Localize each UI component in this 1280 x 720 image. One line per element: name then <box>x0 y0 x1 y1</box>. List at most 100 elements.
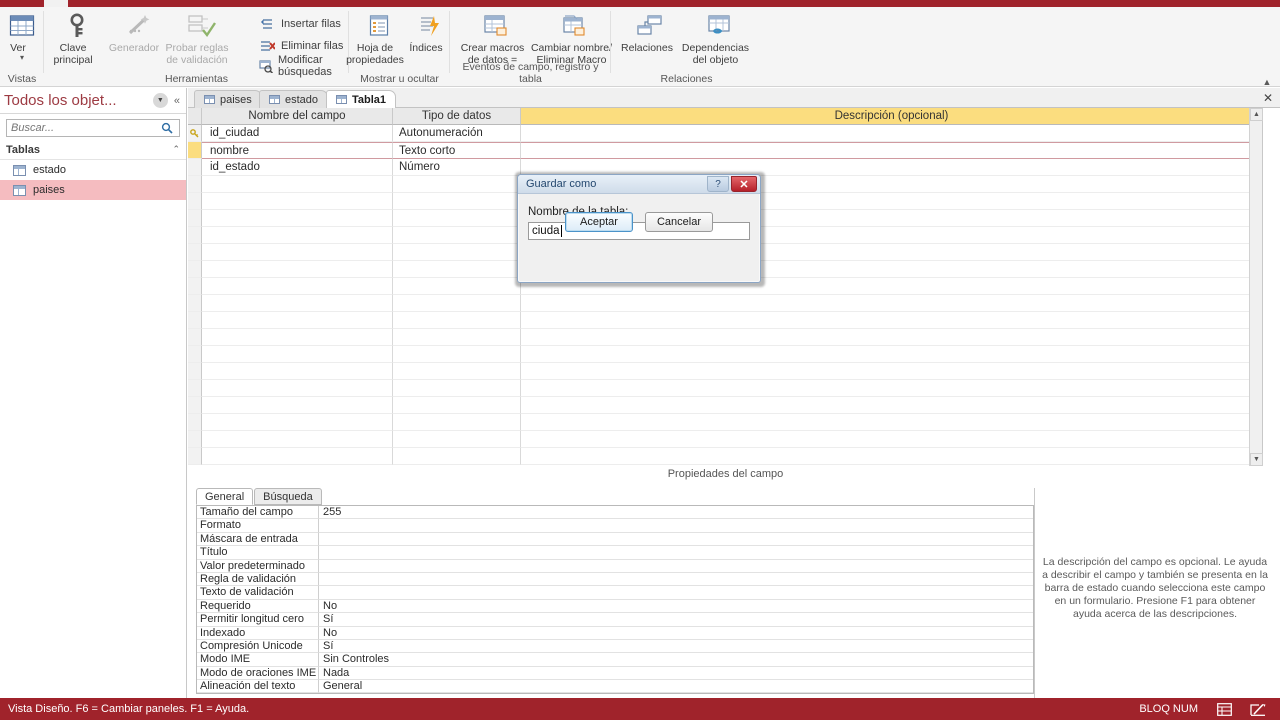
close-document-icon[interactable]: ✕ <box>1261 91 1275 105</box>
description-cell[interactable] <box>521 142 1262 159</box>
data-type-cell[interactable] <box>393 329 521 346</box>
property-value[interactable] <box>319 560 1033 573</box>
field-name-cell[interactable] <box>202 363 393 380</box>
field-name-cell[interactable] <box>202 414 393 431</box>
property-row[interactable]: Compresión Unicode Sí <box>197 639 1033 654</box>
field-name-cell[interactable]: nombre <box>202 142 393 159</box>
shutter-bar-collapse-icon[interactable]: « <box>172 95 182 107</box>
ver-dropdown-arrow[interactable]: ▾ <box>20 53 24 61</box>
eliminar-filas-button[interactable]: Eliminar filas <box>258 37 343 54</box>
property-value[interactable] <box>319 519 1033 533</box>
design-grid-row-empty[interactable] <box>188 329 1262 346</box>
field-name-cell[interactable] <box>202 397 393 414</box>
tab-estado[interactable]: estado <box>259 90 329 108</box>
description-cell[interactable] <box>521 431 1262 448</box>
scroll-up-icon[interactable]: ▲ <box>1250 108 1263 121</box>
cancel-button[interactable]: Cancelar <box>645 212 713 232</box>
row-selector[interactable] <box>188 414 202 431</box>
field-name-cell[interactable] <box>202 193 393 210</box>
row-selector[interactable] <box>188 346 202 363</box>
field-name-cell[interactable] <box>202 380 393 397</box>
property-value[interactable] <box>319 573 1033 587</box>
design-grid-row[interactable]: nombre Texto corto <box>188 142 1262 159</box>
property-row[interactable]: Requerido No <box>197 599 1033 614</box>
field-name-cell[interactable] <box>202 346 393 363</box>
data-type-cell[interactable] <box>393 448 521 465</box>
row-selector[interactable] <box>188 176 202 193</box>
property-value[interactable]: General <box>319 680 1033 694</box>
row-selector[interactable] <box>188 397 202 414</box>
property-value[interactable]: Sí <box>319 613 1033 627</box>
property-value[interactable]: Sin Controles <box>319 653 1033 667</box>
help-icon[interactable]: ? <box>707 176 729 192</box>
accept-button[interactable]: Aceptar <box>565 212 633 232</box>
data-type-cell[interactable]: Autonumeración <box>393 125 521 142</box>
data-type-cell[interactable] <box>393 210 521 227</box>
navigation-pane-menu-icon[interactable]: ▼ <box>152 93 168 108</box>
property-value[interactable]: Sí <box>319 640 1033 654</box>
property-value[interactable]: No <box>319 600 1033 614</box>
design-grid-row-empty[interactable] <box>188 295 1262 312</box>
property-row[interactable]: Formato <box>197 519 1033 533</box>
property-row[interactable]: Modo de oraciones IME Nada <box>197 666 1033 681</box>
field-name-cell[interactable] <box>202 329 393 346</box>
row-selector[interactable] <box>188 210 202 227</box>
row-selector[interactable] <box>188 380 202 397</box>
data-type-cell[interactable] <box>393 176 521 193</box>
row-selector[interactable] <box>188 329 202 346</box>
property-value[interactable] <box>319 586 1033 600</box>
collapse-ribbon-button[interactable]: ▲ <box>1260 75 1274 89</box>
property-row[interactable]: Título <box>197 546 1033 560</box>
data-type-cell[interactable] <box>393 295 521 312</box>
field-name-cell[interactable]: id_estado <box>202 159 393 176</box>
design-grid-row-empty[interactable] <box>188 363 1262 380</box>
row-selector[interactable] <box>188 261 202 278</box>
design-grid-row-empty[interactable] <box>188 312 1262 329</box>
property-value[interactable]: 255 <box>319 506 1033 520</box>
design-grid-row[interactable]: id_ciudad Autonumeración <box>188 125 1262 142</box>
design-view-icon[interactable] <box>1250 702 1266 716</box>
nav-item-paises[interactable]: paises <box>0 180 186 200</box>
data-type-cell[interactable] <box>393 397 521 414</box>
row-selector[interactable] <box>188 227 202 244</box>
property-row[interactable]: Indexado No <box>197 626 1033 640</box>
design-grid-row-empty[interactable] <box>188 448 1262 465</box>
dialog-title-bar[interactable]: Guardar como ? ✕ <box>518 175 760 194</box>
description-cell[interactable] <box>521 414 1262 431</box>
data-type-cell[interactable] <box>393 363 521 380</box>
scroll-down-icon[interactable]: ▼ <box>1250 453 1263 466</box>
design-grid-row-empty[interactable] <box>188 346 1262 363</box>
data-type-cell[interactable] <box>393 312 521 329</box>
ribbon-tab-active-marker[interactable] <box>44 0 68 7</box>
field-name-cell[interactable] <box>202 244 393 261</box>
datasheet-view-icon[interactable] <box>1216 702 1232 716</box>
field-name-cell[interactable] <box>202 227 393 244</box>
property-row[interactable]: Regla de validación <box>197 572 1033 587</box>
clave-principal-button[interactable]: Clave principal <box>48 9 106 71</box>
data-type-cell[interactable] <box>393 414 521 431</box>
description-cell[interactable] <box>521 397 1262 414</box>
design-grid-row-empty[interactable] <box>188 380 1262 397</box>
field-name-cell[interactable] <box>202 210 393 227</box>
property-row[interactable]: Alineación del texto General <box>197 680 1033 694</box>
field-name-cell[interactable] <box>202 312 393 329</box>
data-type-cell[interactable] <box>393 346 521 363</box>
row-selector[interactable] <box>188 312 202 329</box>
close-icon[interactable]: ✕ <box>731 176 757 192</box>
design-grid-row-empty[interactable] <box>188 414 1262 431</box>
description-cell[interactable] <box>521 295 1262 312</box>
insertar-filas-button[interactable]: Insertar filas <box>258 15 341 32</box>
description-cell[interactable] <box>521 346 1262 363</box>
data-type-cell[interactable]: Texto corto <box>393 142 521 159</box>
data-type-cell[interactable] <box>393 380 521 397</box>
data-type-cell[interactable] <box>393 193 521 210</box>
design-grid-row-empty[interactable] <box>188 397 1262 414</box>
description-cell[interactable] <box>521 380 1262 397</box>
data-type-cell[interactable] <box>393 261 521 278</box>
description-cell[interactable] <box>521 312 1262 329</box>
property-value[interactable] <box>319 533 1033 547</box>
row-selector[interactable] <box>188 295 202 312</box>
field-name-cell[interactable]: id_ciudad <box>202 125 393 142</box>
description-cell[interactable] <box>521 448 1262 465</box>
property-row[interactable]: Máscara de entrada <box>197 532 1033 547</box>
